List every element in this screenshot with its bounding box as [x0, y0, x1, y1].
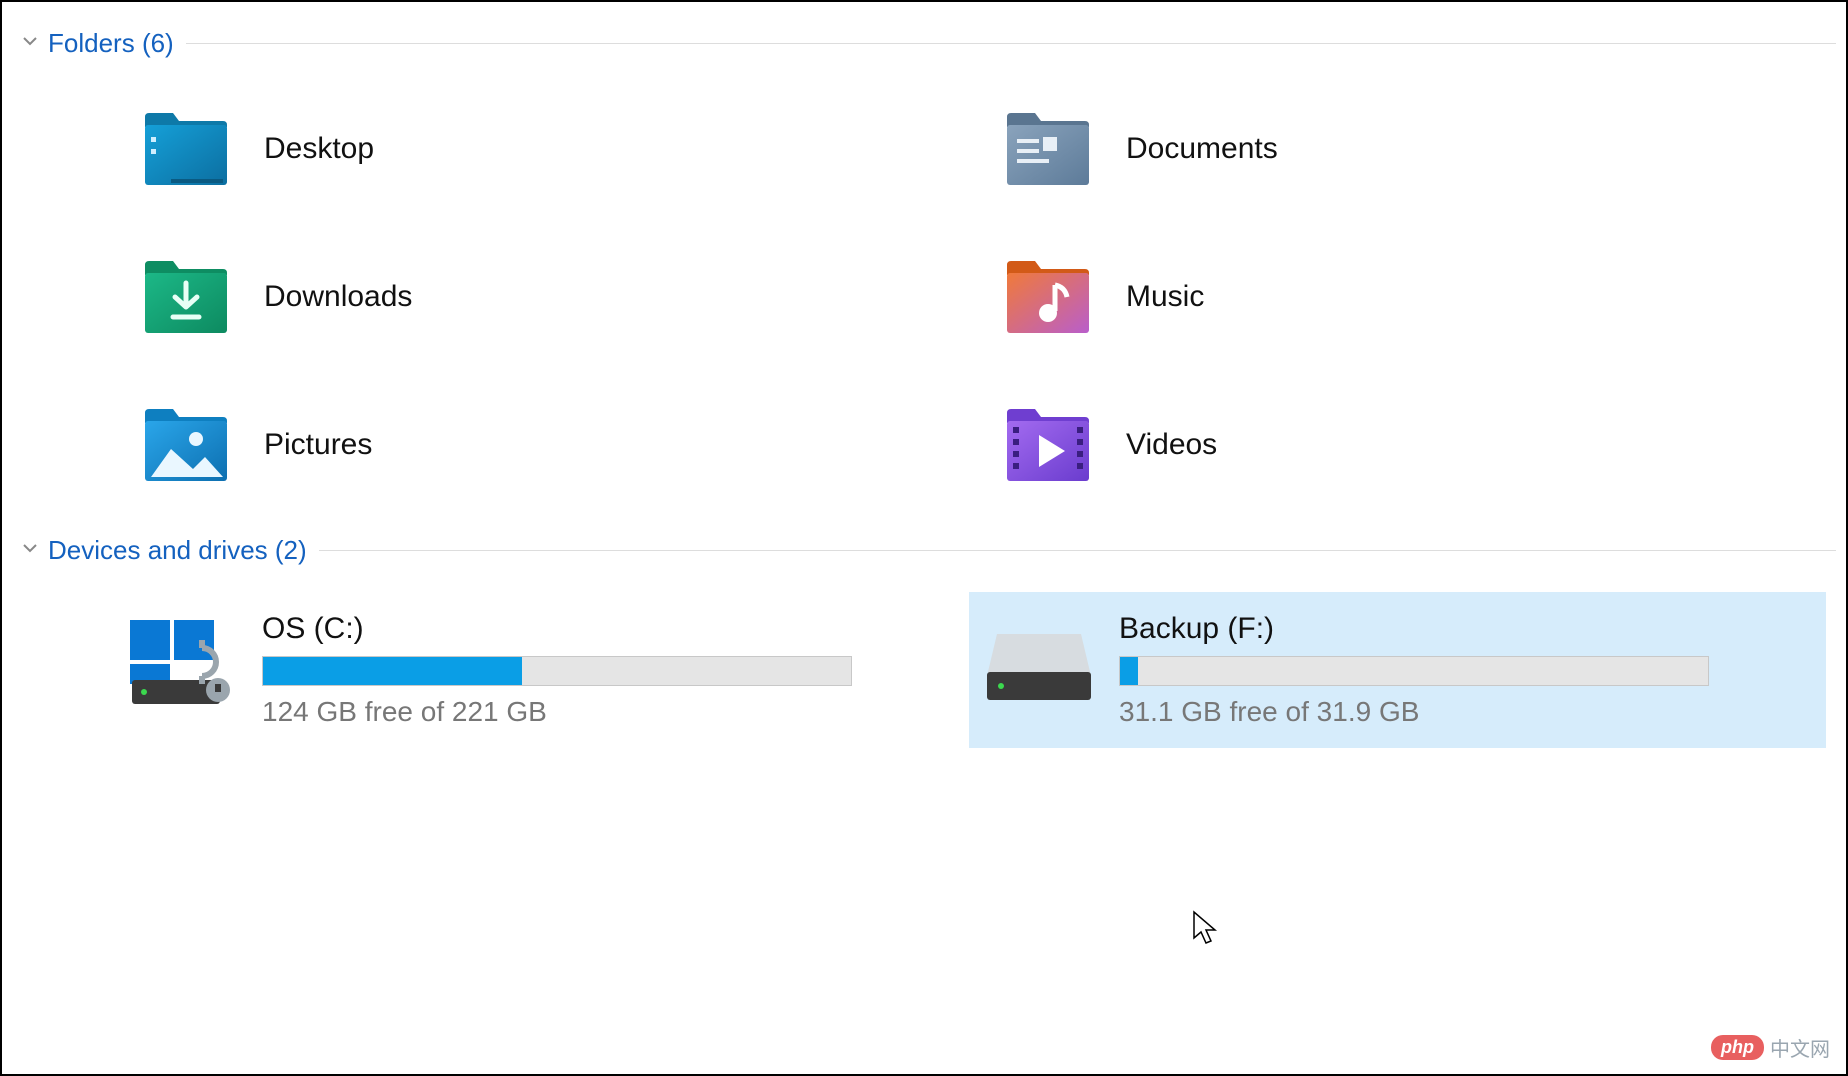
- divider: [186, 43, 1836, 44]
- folder-desktop[interactable]: Desktop: [132, 95, 974, 203]
- drive-backup-f[interactable]: Backup (F:) 31.1 GB free of 31.9 GB: [969, 592, 1826, 748]
- watermark-text: 中文网: [1770, 1033, 1830, 1062]
- chevron-down-icon: [22, 33, 38, 54]
- drive-usage-bar: [262, 656, 852, 686]
- folder-label: Pictures: [264, 428, 372, 462]
- folder-music[interactable]: Music: [994, 243, 1836, 351]
- folder-downloads[interactable]: Downloads: [132, 243, 974, 351]
- drive-usage-fill: [1120, 657, 1138, 685]
- folder-documents[interactable]: Documents: [994, 95, 1836, 203]
- hdd-drive-icon: [979, 612, 1099, 712]
- folder-label: Videos: [1126, 428, 1217, 462]
- pictures-folder-icon: [138, 397, 234, 493]
- downloads-folder-icon: [138, 249, 234, 345]
- drive-usage-fill: [263, 657, 522, 685]
- folder-label: Desktop: [264, 132, 374, 166]
- drive-free-text: 124 GB free of 221 GB: [262, 696, 939, 728]
- drives-label: Devices and drives: [48, 535, 268, 566]
- folder-label: Documents: [1126, 132, 1278, 166]
- watermark: php 中文网: [1711, 1033, 1830, 1062]
- desktop-folder-icon: [138, 101, 234, 197]
- folders-count: (6): [142, 28, 174, 59]
- drive-label: Backup (F:): [1119, 612, 1796, 646]
- videos-folder-icon: [1000, 397, 1096, 493]
- folders-label: Folders: [48, 28, 135, 59]
- folder-label: Downloads: [264, 280, 412, 314]
- drives-grid: OS (C:) 124 GB free of 221 GB Backup (F:…: [12, 572, 1836, 768]
- mouse-cursor-icon: [1192, 910, 1218, 946]
- drive-usage-bar: [1119, 656, 1709, 686]
- os-drive-icon: [122, 612, 242, 712]
- folder-label: Music: [1126, 280, 1204, 314]
- drive-free-text: 31.1 GB free of 31.9 GB: [1119, 696, 1796, 728]
- folders-section-header[interactable]: Folders (6): [12, 22, 1836, 65]
- music-folder-icon: [1000, 249, 1096, 345]
- drives-section-header[interactable]: Devices and drives (2): [12, 529, 1836, 572]
- drives-count: (2): [275, 535, 307, 566]
- divider: [319, 550, 1836, 551]
- folder-pictures[interactable]: Pictures: [132, 391, 974, 499]
- chevron-down-icon: [22, 540, 38, 561]
- drive-label: OS (C:): [262, 612, 939, 646]
- watermark-badge: php: [1711, 1035, 1764, 1060]
- drive-os-c[interactable]: OS (C:) 124 GB free of 221 GB: [112, 592, 969, 748]
- folders-grid: Desktop Documents Downloads: [12, 65, 1836, 529]
- folder-videos[interactable]: Videos: [994, 391, 1836, 499]
- documents-folder-icon: [1000, 101, 1096, 197]
